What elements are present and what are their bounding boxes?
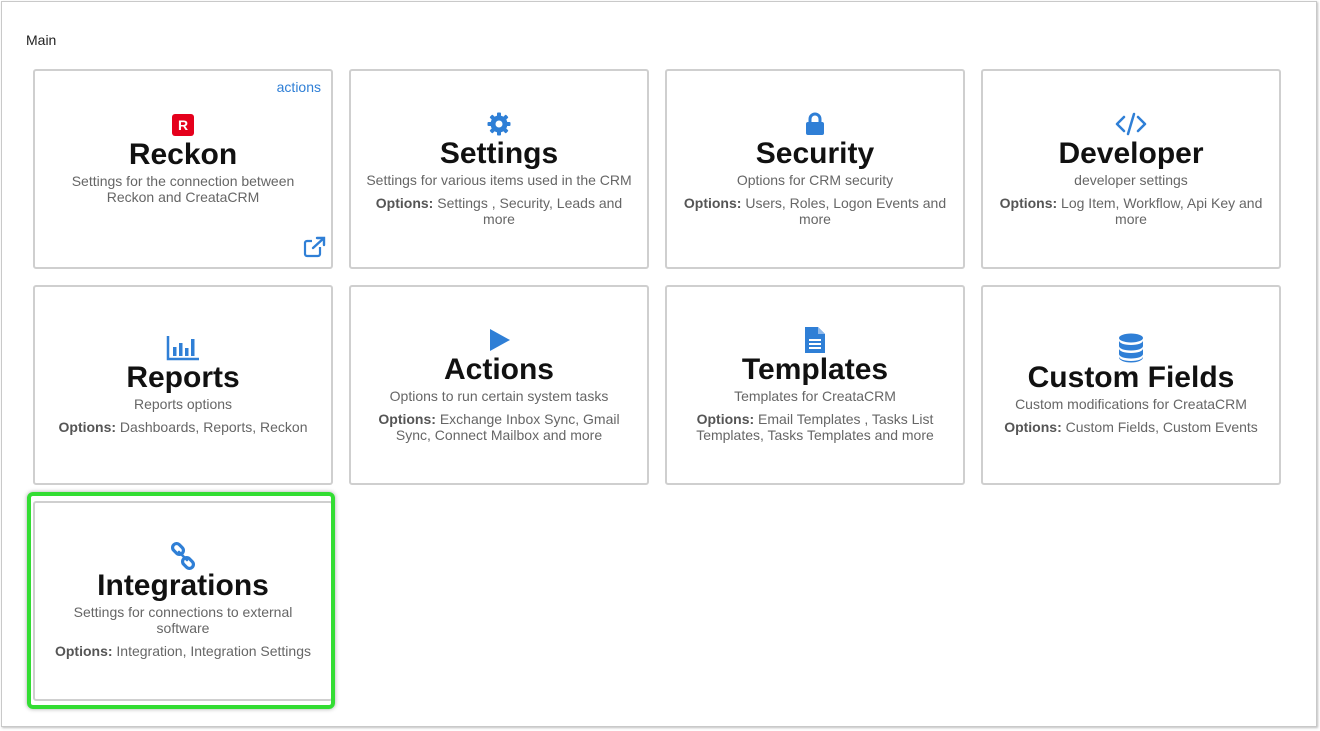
tile-description: Options for CRM security [736,172,894,188]
options-label: Options: [999,195,1058,211]
options-label: Options: [378,411,436,427]
gear-icon [486,111,512,137]
tile-options: Options: Custom Fields, Custom Events [1004,419,1258,435]
tile-options: Options: Users, Roles, Logon Events and … [681,195,949,227]
tile-options: Options: Dashboards, Reports, Reckon [59,419,308,435]
tile-security[interactable]: Security Options for CRM security Option… [665,69,965,269]
tile-description: Custom modifications for CreataCRM [1015,396,1247,412]
svg-text:R: R [178,117,188,133]
tile-settings[interactable]: Settings Settings for various items used… [349,69,649,269]
tile-description: Settings for various items used in the C… [366,172,632,188]
tile-title: Templates [741,353,889,386]
tile-description: Reports options [133,396,233,412]
options-label: Options: [1004,419,1062,435]
options-label: Options: [683,195,742,211]
database-icon [1118,333,1144,363]
selection-highlight [27,492,335,709]
options-label: Options: [696,411,755,427]
reckon-logo-icon: R [172,112,194,138]
tile-description: developer settings [1074,172,1188,188]
tile-templates[interactable]: Templates Templates for CreataCRM Option… [665,285,965,485]
tile-title: Actions [443,353,554,386]
tile-description: Options to run certain system tasks [389,388,609,404]
tile-description: Templates for CreataCRM [734,388,896,404]
tile-options: Options: Settings , Security, Leads and … [365,195,633,227]
document-icon [803,327,827,353]
options-label: Options: [375,195,434,211]
tile-title: Settings [439,137,559,170]
tile-title: Developer [1058,137,1204,170]
options-text: Custom Fields, Custom Events [1061,419,1258,435]
lock-icon [805,111,825,137]
tile-title: Custom Fields [1027,361,1235,394]
play-icon [486,327,512,353]
bar-chart-icon [166,335,200,361]
tile-actions[interactable]: Actions Options to run certain system ta… [349,285,649,485]
tile-developer[interactable]: Developer developer settings Options: Lo… [981,69,1281,269]
tile-title: Reports [126,361,240,394]
tile-title: Security [755,137,875,170]
options-label: Options: [58,419,117,435]
section-title: Main [26,32,57,48]
options-text: Log Item, Workflow, Api Key and more [1057,195,1263,227]
tile-reckon[interactable]: actions R Reckon Settings for the connec… [33,69,333,269]
tile-options: Options: Log Item, Workflow, Api Key and… [997,195,1265,227]
options-text: Dashboards, Reports, Reckon [116,419,308,435]
tile-reports[interactable]: Reports Reports options Options: Dashboa… [33,285,333,485]
tile-options: Options: Exchange Inbox Sync, Gmail Sync… [365,411,633,443]
tile-custom-fields[interactable]: Custom Fields Custom modifications for C… [981,285,1281,485]
tile-options: Options: Email Templates , Tasks List Te… [681,411,949,443]
options-text: Users, Roles, Logon Events and more [741,195,947,227]
options-text: Settings , Security, Leads and more [433,195,623,227]
tile-description: Settings for the connection between Reck… [71,172,295,205]
tile-title: Reckon [128,137,238,171]
external-link-icon[interactable] [303,236,327,263]
code-icon [1115,111,1147,137]
